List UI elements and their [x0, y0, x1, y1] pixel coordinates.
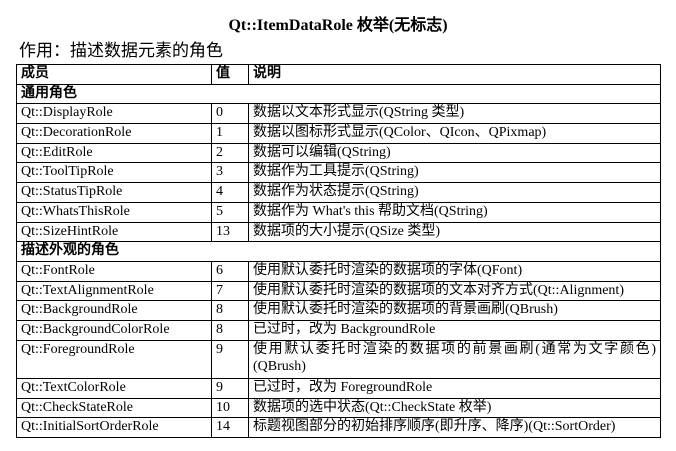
description-cell: 数据作为工具提示(QString) — [248, 162, 661, 184]
table-row: Qt::StatusTipRole 4 数据作为状态提示(QString) — [16, 182, 661, 203]
table-row: Qt::CheckStateRole 10 数据项的选中状态(Qt::Check… — [16, 397, 661, 419]
value-cell: 9 — [211, 378, 249, 399]
table-row: Qt::DisplayRole 0 数据以文本形式显示(QString 类型) — [16, 103, 661, 125]
member-cell: Qt::FontRole — [16, 260, 212, 282]
value-cell: 0 — [211, 103, 249, 125]
value-cell: 8 — [211, 300, 249, 321]
table-row: Qt::BackgroundRole 8 使用默认委托时渲染的数据项的背景画刷(… — [16, 300, 661, 321]
description-cell: 标题视图部分的初始排序顺序(即升序、降序)(Qt::SortOrder) — [248, 417, 661, 439]
group-row: 通用角色 — [16, 83, 661, 105]
member-cell: Qt::StatusTipRole — [16, 182, 212, 203]
member-cell: Qt::ForegroundRole — [16, 339, 212, 380]
table-row: Qt::SizeHintRole 13 数据项的大小提示(QSize 类型) — [16, 221, 661, 243]
table-row: Qt::ToolTipRole 3 数据作为工具提示(QString) — [16, 162, 661, 184]
description-cell: 数据项的大小提示(QSize 类型) — [248, 221, 661, 243]
table-row: Qt::DecorationRole 1 数据以图标形式显示(QColor、QI… — [16, 123, 661, 144]
description-cell: 使用默认委托时渲染的数据项的字体(QFont) — [248, 260, 661, 282]
table-header-row: 成员 值 说明 — [16, 64, 661, 85]
description-cell: 数据以图标形式显示(QColor、QIcon、QPixmap) — [248, 123, 661, 144]
value-cell: 9 — [211, 339, 249, 380]
value-cell: 3 — [211, 162, 249, 184]
description-cell: 使用默认委托时渲染的数据项的文本对齐方式(Qt::Alignment) — [248, 280, 661, 302]
document-title: Qt::ItemDataRole 枚举(无标志) — [228, 17, 448, 34]
member-cell: Qt::SizeHintRole — [16, 221, 212, 243]
value-cell: 4 — [211, 182, 249, 203]
member-cell: Qt::ToolTipRole — [16, 162, 212, 184]
description-cell: 已过时，改为 ForegroundRole — [248, 378, 661, 399]
value-cell: 1 — [211, 123, 249, 144]
member-cell: Qt::TextAlignmentRole — [16, 280, 212, 302]
member-cell: Qt::TextColorRole — [16, 378, 212, 399]
header-description: 说明 — [248, 64, 661, 85]
group-label-general: 通用角色 — [16, 83, 661, 105]
member-cell: Qt::DecorationRole — [16, 123, 212, 144]
value-cell: 14 — [211, 417, 249, 439]
table-row: Qt::TextColorRole 9 已过时，改为 ForegroundRol… — [16, 378, 661, 399]
description-cell: 数据项的选中状态(Qt::CheckState 枚举) — [248, 397, 661, 419]
description-cell: 使用默认委托时渲染的数据项的背景画刷(QBrush) — [248, 300, 661, 321]
member-cell: Qt::CheckStateRole — [16, 397, 212, 419]
document-subtitle: 作用：描述数据元素的角色 — [19, 41, 223, 60]
value-cell: 7 — [211, 280, 249, 302]
description-cell: 数据作为状态提示(QString) — [248, 182, 661, 203]
role-table: 成员 值 说明 通用角色 Qt::DisplayRole 0 数据以文本形式显示… — [16, 64, 661, 439]
member-cell: Qt::DisplayRole — [16, 103, 212, 125]
value-cell: 2 — [211, 142, 249, 164]
header-value: 值 — [211, 64, 249, 85]
member-cell: Qt::EditRole — [16, 142, 212, 164]
table-row: Qt::TextAlignmentRole 7 使用默认委托时渲染的数据项的文本… — [16, 280, 661, 302]
value-cell: 10 — [211, 397, 249, 419]
header-member: 成员 — [16, 64, 212, 85]
group-label-appearance: 描述外观的角色 — [16, 241, 661, 262]
description-cell: 数据作为 What's this 帮助文档(QString) — [248, 201, 661, 223]
table-row: Qt::WhatsThisRole 5 数据作为 What's this 帮助文… — [16, 201, 661, 223]
member-cell: Qt::WhatsThisRole — [16, 201, 212, 223]
description-cell: 使用默认委托时渲染的数据项的前景画刷(通常为文字颜色)(QBrush) — [248, 339, 661, 380]
member-cell: Qt::BackgroundRole — [16, 300, 212, 321]
member-cell: Qt::BackgroundColorRole — [16, 319, 212, 341]
group-row: 描述外观的角色 — [16, 241, 661, 262]
description-cell: 数据可以编辑(QString) — [248, 142, 661, 164]
table-row: Qt::FontRole 6 使用默认委托时渲染的数据项的字体(QFont) — [16, 260, 661, 282]
table-row: Qt::ForegroundRole 9 使用默认委托时渲染的数据项的前景画刷(… — [16, 339, 661, 380]
value-cell: 6 — [211, 260, 249, 282]
description-cell: 数据以文本形式显示(QString 类型) — [248, 103, 661, 125]
table-row: Qt::EditRole 2 数据可以编辑(QString) — [16, 142, 661, 164]
table-row: Qt::InitialSortOrderRole 14 标题视图部分的初始排序顺… — [16, 417, 661, 439]
table-row: Qt::BackgroundColorRole 8 已过时，改为 Backgro… — [16, 319, 661, 341]
value-cell: 13 — [211, 221, 249, 243]
description-cell: 已过时，改为 BackgroundRole — [248, 319, 661, 341]
value-cell: 5 — [211, 201, 249, 223]
value-cell: 8 — [211, 319, 249, 341]
member-cell: Qt::InitialSortOrderRole — [16, 417, 212, 439]
